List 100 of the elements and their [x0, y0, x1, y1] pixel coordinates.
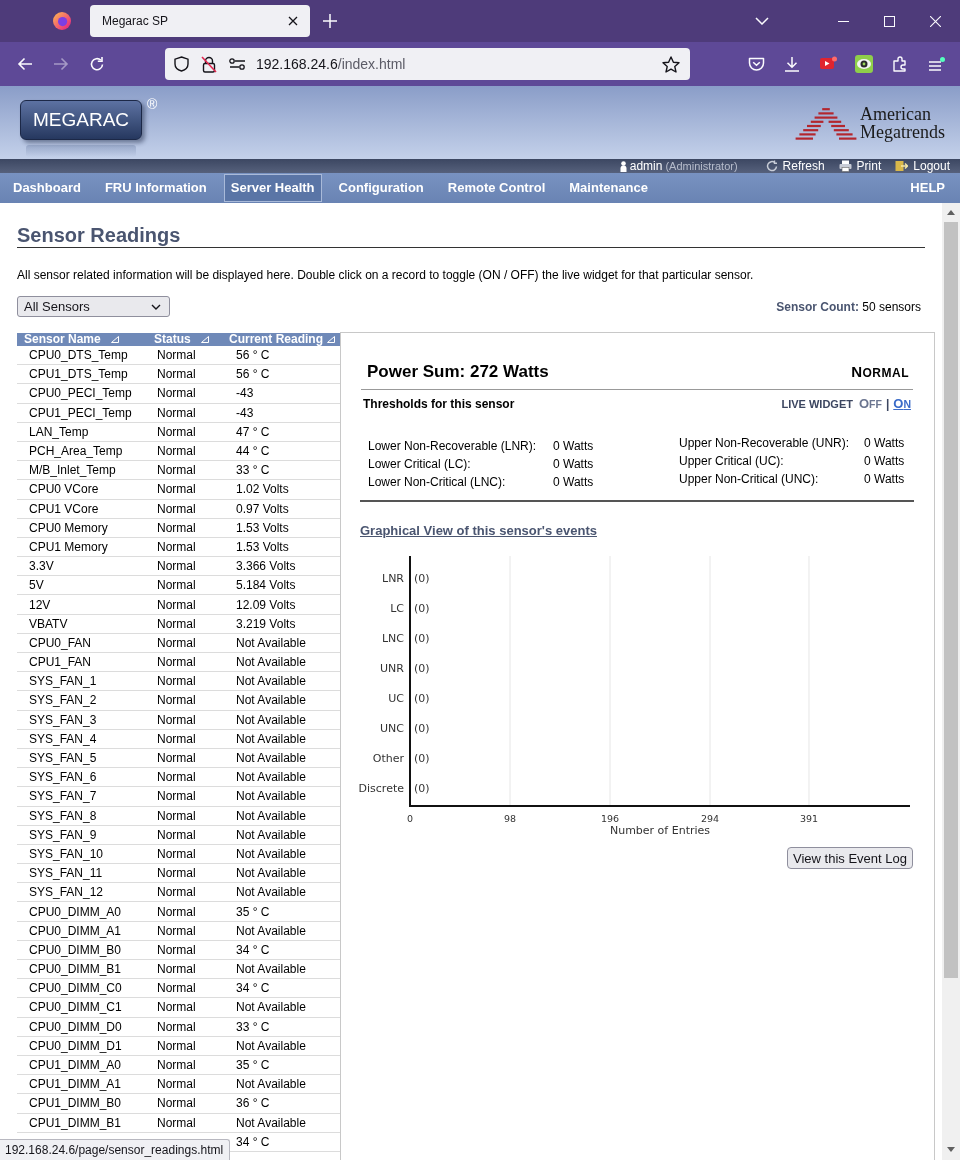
status-cell-text: Normal	[156, 827, 197, 842]
back-icon[interactable]	[17, 57, 33, 71]
graphical-view-link[interactable]: Graphical View of this sensor's events	[360, 523, 597, 538]
status-cell-text: Normal	[156, 1077, 197, 1092]
reading-cell-text: Not Available	[235, 1115, 307, 1130]
reading-cell-text: Not Available	[235, 1038, 307, 1053]
sort-icon	[327, 336, 335, 343]
status-cell-text: Normal	[156, 405, 197, 420]
star-icon[interactable]	[662, 55, 680, 73]
reading-cell-text: Not Available	[235, 827, 307, 842]
megarac-logo: MEGARAC	[20, 100, 142, 140]
puzzle-piece-icon[interactable]	[892, 56, 908, 72]
reading-cell-text: Not Available	[235, 751, 307, 766]
minimize-icon[interactable]	[837, 20, 849, 22]
threshold-label: Lower Critical (LC):	[368, 456, 472, 473]
sensor-name-cell-text: CPU0 Memory	[28, 520, 109, 535]
sensor-filter-dropdown[interactable]: All Sensors	[17, 296, 170, 317]
maximize-icon[interactable]	[883, 15, 895, 27]
category-label: Other	[372, 752, 404, 765]
sensor-name-cell-text: 12V	[28, 597, 52, 612]
status-cell-text: Normal	[156, 559, 197, 574]
status-cell-text: Normal	[156, 424, 197, 439]
play-badge-icon[interactable]	[819, 56, 837, 72]
nav-tab[interactable]: FRU Information	[97, 174, 214, 202]
sensor-name-cell-text: CPU0_DIMM_A0	[28, 904, 123, 919]
sensor-name-cell-text: CPU0_DIMM_B1	[28, 962, 123, 977]
sort-icon	[200, 336, 209, 343]
sensor-name-cell-text: CPU0_DTS_Temp	[28, 348, 129, 363]
column-header[interactable]: Sensor Name	[17, 333, 150, 346]
pocket-icon[interactable]	[747, 56, 765, 72]
live-widget-option[interactable]: OFF	[858, 396, 882, 412]
chevron-down-icon[interactable]	[755, 17, 769, 25]
nav-tab[interactable]: Remote Control	[440, 174, 553, 202]
status-cell-text: Normal	[156, 751, 197, 766]
sensor-name-cell-text: CPU1_DIMM_A1	[28, 1077, 123, 1092]
scroll-up-icon[interactable]	[947, 210, 955, 215]
address-bar[interactable]: 192.168.24.6/index.html	[165, 48, 690, 80]
reading-cell-text: 0.97 Volts	[235, 501, 290, 516]
sensor-name-cell-text: SYS_FAN_11	[28, 866, 104, 881]
header-action-link[interactable]: Logout	[895, 159, 950, 173]
sensor-name-cell-text: CPU1 VCore	[28, 501, 100, 516]
sensor-name-cell-text: CPU1_DIMM_A0	[28, 1058, 123, 1073]
sensor-count-text: Sensor Count: 50 sensors	[776, 299, 921, 314]
user-role: (Administrator)	[665, 159, 738, 173]
reading-cell-text: 3.219 Volts	[235, 616, 297, 631]
reading-cell-text: Not Available	[235, 655, 307, 670]
view-event-log-button[interactable]: View this Event Log	[787, 847, 913, 869]
category-label: LNC	[381, 632, 404, 645]
tick-label: 196	[600, 813, 620, 824]
sensor-name-cell-text: CPU1_DIMM_B1	[28, 1115, 123, 1130]
sensor-name-cell-text: 3.3V	[28, 559, 55, 574]
vendor-wordmark: American Megatrends	[860, 104, 945, 141]
sensor-name-cell-text: SYS_FAN_5	[28, 751, 98, 766]
nav-tab[interactable]: Maintenance	[562, 174, 656, 202]
caret-icon	[151, 303, 161, 310]
category-label: UC	[388, 692, 404, 705]
logout-icon	[895, 160, 909, 172]
permissions-icon[interactable]	[229, 58, 246, 70]
printer-icon	[838, 160, 852, 172]
status-cell-text: Normal	[156, 386, 197, 401]
menu-icon[interactable]	[927, 56, 945, 72]
sensor-name-cell-text: SYS_FAN_9	[28, 827, 98, 842]
category-label: UNC	[380, 722, 404, 735]
scroll-down-icon[interactable]	[947, 1147, 955, 1152]
sensor-name-cell-text: VBATV	[28, 616, 69, 631]
shield-icon[interactable]	[174, 56, 189, 72]
eye-icon[interactable]	[855, 55, 873, 73]
reading-cell-text: 33 ° C	[235, 1019, 271, 1034]
sensor-name-cell-text: CPU0_DIMM_C1	[28, 1000, 123, 1015]
threshold-label: Upper Non-Recoverable (UNR):	[679, 435, 851, 452]
download-icon[interactable]	[784, 56, 800, 72]
reading-cell-text: 44 ° C	[235, 444, 271, 459]
reading-cell-text: 56 ° C	[235, 367, 271, 382]
threshold-value: 0 Watts	[864, 471, 905, 488]
sensor-title: Power Sum: 272 Watts	[367, 362, 549, 382]
category-label: LC	[390, 602, 404, 615]
nav-tab[interactable]: Server Health	[223, 174, 322, 202]
nav-tab[interactable]: Configuration	[331, 174, 431, 202]
reading-cell-text: Not Available	[235, 693, 307, 708]
status-cell-text: Normal	[156, 655, 197, 670]
status-cell-text: Normal	[156, 616, 197, 631]
insecure-lock-icon[interactable]	[201, 55, 217, 73]
column-header[interactable]: Current Reading	[226, 333, 339, 346]
status-cell-text: Normal	[156, 981, 197, 996]
header-action-link[interactable]: Refresh	[765, 159, 825, 173]
reload-icon[interactable]	[89, 56, 105, 72]
nav-tab[interactable]: Dashboard	[6, 174, 88, 202]
sensor-name-cell-text: CPU1_DIMM_B0	[28, 1096, 123, 1111]
close-icon[interactable]	[288, 16, 298, 26]
sensor-name-cell-text: 5V	[28, 578, 45, 593]
header-action-link[interactable]: Print	[838, 159, 882, 173]
help-link[interactable]: HELP	[903, 174, 952, 202]
url-text[interactable]: 192.168.24.6/index.html	[256, 56, 406, 72]
scrollbar-thumb[interactable]	[944, 222, 958, 978]
value-label: (0)	[414, 782, 430, 795]
column-header[interactable]: Status	[150, 333, 226, 346]
sensor-name-cell-text: SYS_FAN_8	[28, 808, 98, 823]
live-widget-option[interactable]: ON	[893, 396, 911, 412]
sensor-name-cell-text: SYS_FAN_10	[28, 846, 105, 861]
browser-tab[interactable]: Megarac SP	[90, 5, 310, 37]
